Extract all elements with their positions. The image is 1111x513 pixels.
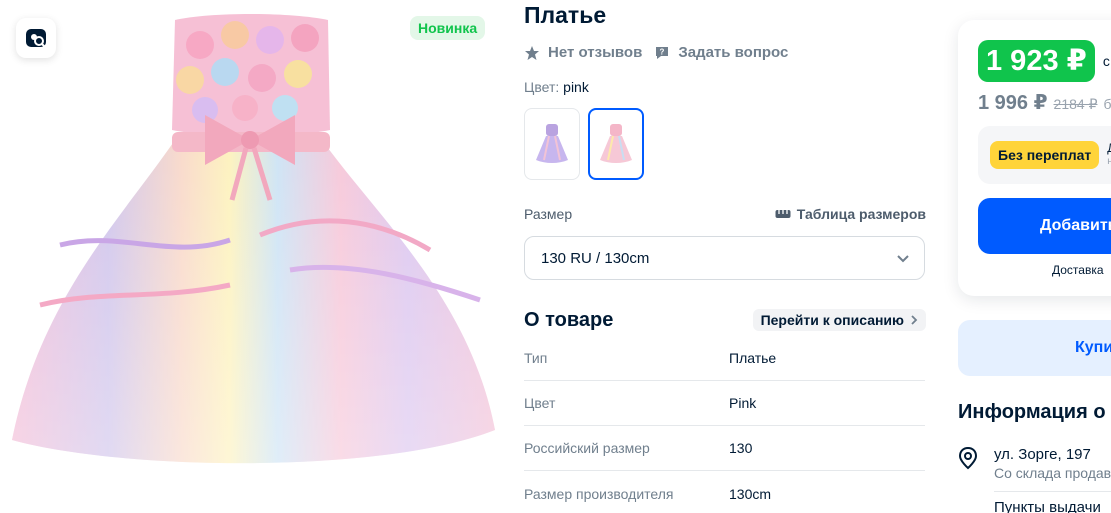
size-selected-value: 130 RU / 130cm	[541, 249, 650, 267]
spec-key: Цвет	[524, 395, 556, 411]
image-search-icon	[26, 29, 46, 48]
color-swatch-lavender[interactable]	[524, 108, 580, 180]
spec-value: Платье	[729, 350, 777, 366]
star-icon	[525, 45, 539, 60]
chevron-right-icon	[911, 315, 918, 325]
regular-price-suffix: бє	[1103, 96, 1111, 112]
product-gallery: Новинка	[0, 0, 500, 513]
spec-row: Российский размер 130	[524, 426, 925, 471]
color-value: pink	[563, 79, 589, 95]
spec-value: 130	[729, 440, 753, 456]
swatch-thumbnail	[600, 124, 632, 163]
swatch-thumbnail	[536, 124, 568, 163]
image-search-button[interactable]	[16, 18, 56, 58]
card-price: 1 923 ₽	[978, 40, 1095, 82]
spec-row: Тип Платье	[524, 336, 925, 381]
ask-question-link[interactable]: ? Задать вопрос	[654, 44, 788, 61]
card-price-row: 1 923 ₽ с О	[978, 40, 1111, 82]
new-badge: Новинка	[410, 16, 486, 40]
question-bubble-icon: ?	[656, 46, 669, 59]
color-label: Цвет:	[524, 79, 560, 95]
specs-table: Тип Платье Цвет Pink Российский размер 1…	[524, 336, 925, 513]
pickup-address[interactable]: ул. Зорге, 197 Со склада продав	[958, 446, 1111, 481]
spec-key: Российский размер	[524, 440, 650, 456]
color-swatches	[524, 108, 644, 180]
ruler-icon	[775, 210, 791, 218]
size-label: Размер	[524, 206, 573, 222]
pickup-points-link[interactable]: Пункты выдачи	[994, 499, 1101, 513]
buy-now-button[interactable]: Купи	[958, 320, 1111, 376]
location-pin-icon	[958, 446, 978, 470]
spec-value: Pink	[729, 395, 757, 411]
regular-price: 1 996 ₽	[978, 92, 1048, 114]
dress-photo[interactable]	[0, 0, 500, 513]
address-line: ул. Зорге, 197	[994, 446, 1091, 463]
installment-promo[interactable]: Без переплат Д н	[978, 126, 1111, 184]
about-title: О товаре	[524, 309, 614, 331]
color-swatch-pink[interactable]	[588, 108, 644, 180]
spec-row: Размер производителя 130cm	[524, 471, 925, 513]
add-to-cart-button[interactable]: Добавить	[978, 198, 1111, 254]
spec-key: Тип	[524, 350, 548, 366]
seller-info-title: Информация о д	[958, 401, 1111, 423]
card-price-suffix: с О	[1102, 53, 1111, 69]
spec-value: 130cm	[729, 485, 772, 502]
price-card: 1 923 ₽ с О 1 996 ₽ 2184 ₽ бє Без перепл…	[958, 20, 1111, 296]
chevron-down-icon	[897, 255, 909, 263]
product-meta: Нет отзывов ? Задать вопрос	[524, 44, 788, 61]
go-to-description-button[interactable]: Перейти к описанию	[752, 309, 926, 331]
address-text: ул. Зорге, 197 Со склада продав	[994, 446, 1111, 481]
color-line: Цвет: pink	[524, 79, 589, 95]
product-title: Платье	[524, 2, 607, 28]
promo-line-1: Д	[1107, 141, 1111, 155]
address-subline: Со склада продав	[994, 465, 1111, 481]
go-to-description-label: Перейти к описанию	[760, 312, 904, 328]
ask-question-label: Задать вопрос	[678, 44, 789, 61]
reviews-link[interactable]: Нет отзывов	[524, 44, 642, 61]
spec-key: Размер производителя	[524, 485, 674, 502]
svg-text:?: ?	[660, 47, 665, 56]
regular-price-row: 1 996 ₽ 2184 ₽ бє	[978, 90, 1111, 115]
delivery-text: Доставка	[1052, 263, 1104, 277]
promo-line-2: н	[1107, 156, 1111, 167]
size-select[interactable]: 130 RU / 130cm	[524, 236, 925, 280]
promo-pill: Без переплат	[990, 141, 1100, 169]
promo-text: Д н	[1107, 141, 1111, 169]
spec-row: Цвет Pink	[524, 381, 925, 426]
reviews-label: Нет отзывов	[548, 44, 643, 61]
divider	[994, 491, 1111, 492]
size-table-link[interactable]: Таблица размеров	[775, 206, 926, 222]
old-price: 2184 ₽	[1053, 96, 1098, 112]
size-table-label: Таблица размеров	[796, 206, 926, 222]
